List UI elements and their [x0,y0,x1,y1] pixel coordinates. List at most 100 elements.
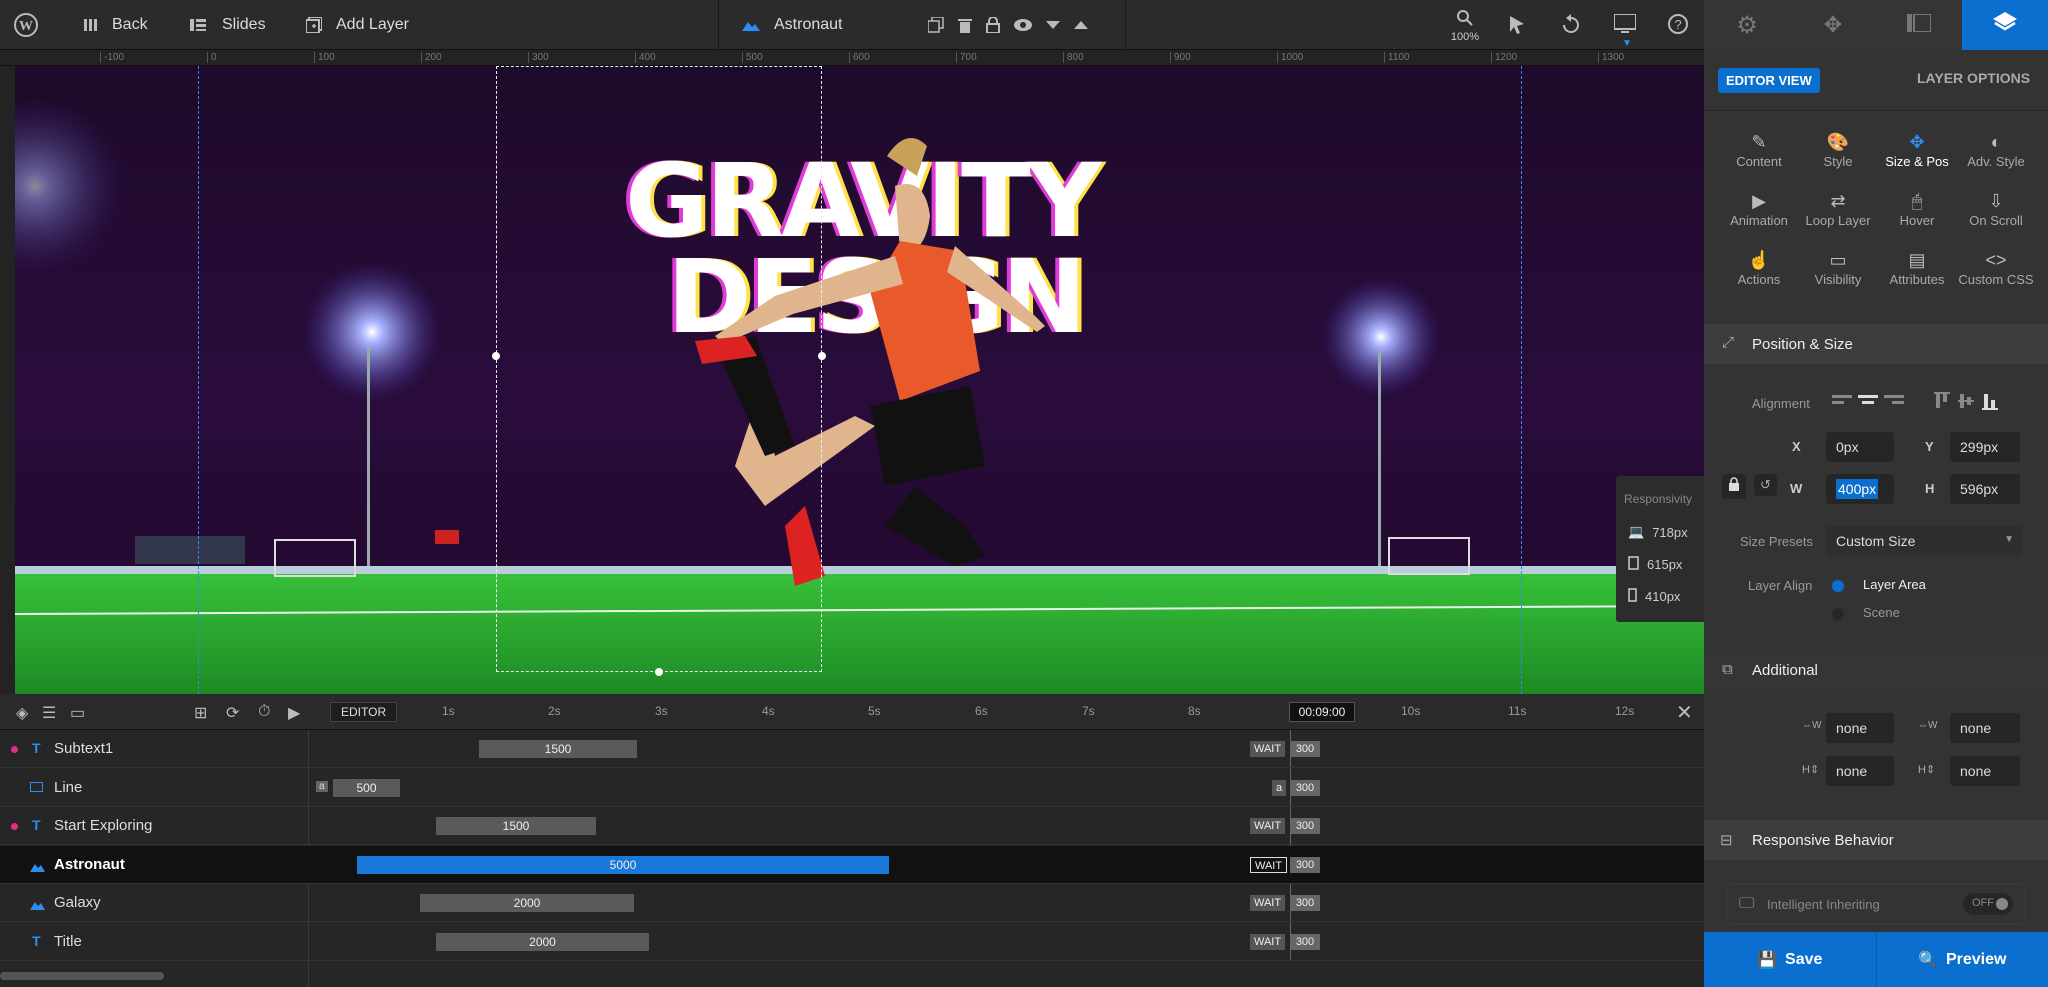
tab-visibility[interactable]: ▭ Visibility [1798,250,1878,287]
timeline-row[interactable]: Galaxy 2000 WAIT 300 [0,884,1704,922]
tab-style[interactable]: 🎨 Style [1798,132,1878,169]
tab-loop-layer[interactable]: ⇄ Loop Layer [1798,191,1878,228]
tab-on-scroll[interactable]: ⇩ On Scroll [1956,191,2036,228]
wait-label[interactable]: WAIT [1250,933,1286,950]
align-top-icon[interactable] [1934,392,1950,415]
timeline-row[interactable]: Astronaut 5000 WAIT 300 [0,845,1704,884]
animation-bar[interactable]: 2000 [436,932,649,951]
animation-bar[interactable]: 2000 [420,894,634,912]
responsivity-tablet[interactable]: 615px [1628,556,1682,573]
wait-label[interactable]: WAIT [1250,895,1286,911]
timeline-row[interactable]: T Subtext1 1500 WAIT 300 [0,730,1704,768]
add-layer-button[interactable]: Add Layer [306,0,409,50]
caret-down-icon[interactable] [1046,21,1060,29]
wordpress-icon[interactable]: W [14,0,38,50]
wait-label[interactable]: WAIT [1250,741,1286,757]
editor-view-button[interactable]: EDITOR VIEW [1718,68,1820,93]
y-field[interactable]: 299px [1950,432,2020,462]
h-field[interactable]: 596px [1950,474,2020,504]
magnet-icon[interactable]: ⟳ [226,703,239,723]
align-right-icon[interactable] [1884,392,1904,413]
pointer-icon[interactable] [1508,16,1526,34]
position-size-section[interactable]: ⤢ Position & Size [1704,324,2048,364]
back-button[interactable]: Back [84,0,148,50]
zoom-control[interactable]: 100% [1448,10,1482,43]
lock-ratio-icon[interactable] [1722,474,1746,499]
x-field[interactable]: 0px [1826,432,1894,462]
selected-layer-bounds[interactable] [496,66,822,672]
align-left-icon[interactable] [1832,392,1852,413]
scene-radio[interactable] [1832,608,1844,620]
animation-bar[interactable]: 5000 [357,855,889,874]
min-width-field[interactable]: none [1826,713,1894,743]
desktop-icon[interactable] [1614,14,1636,34]
slides-button[interactable]: Slides [190,0,266,50]
editor-mode-button[interactable]: EDITOR [330,702,398,722]
end-duration[interactable]: 300 [1290,741,1320,757]
horizontal-scrollbar[interactable] [0,972,164,980]
duplicate-icon[interactable] [928,17,944,33]
close-icon[interactable]: ✕ [1676,700,1693,725]
settings-tab[interactable]: ⚙ [1704,0,1790,50]
animation-bar[interactable]: 500 [333,778,400,797]
min-height-field[interactable]: none [1826,756,1894,786]
resize-handle[interactable] [655,668,663,676]
caret-up-icon[interactable] [1074,21,1088,29]
timeline-row[interactable]: T Title 2000 WAIT 300 [0,923,1704,961]
easing-marker[interactable]: a [1272,779,1287,796]
animation-bar[interactable]: 1500 [436,817,596,835]
tab-content[interactable]: ✎ Content [1719,132,1799,169]
timer-icon[interactable]: ⏱ [258,703,270,721]
undo-icon[interactable] [1562,14,1580,34]
help-icon[interactable]: ? [1668,14,1688,34]
resize-handle[interactable] [492,352,500,360]
tab-adv-style[interactable]: ◐ Adv. Style [1956,132,2036,169]
slide-canvas[interactable]: GRAVITY DESIGN [15,66,1704,694]
end-duration[interactable]: 300 [1290,818,1320,834]
layers-tab[interactable] [1962,0,2048,50]
delete-icon[interactable] [958,17,972,33]
reset-icon[interactable]: ↺ [1754,474,1777,496]
align-bottom-icon[interactable] [1982,392,1998,415]
layer-options-title[interactable]: LAYER OPTIONS [1917,70,2030,86]
timeline-row[interactable]: T Start Exploring 1500 WAIT 300 [0,807,1704,845]
align-middle-icon[interactable] [1958,392,1974,415]
timeline-row[interactable]: Line 500 a a 300 [0,769,1704,807]
save-button[interactable]: 💾 Save [1704,932,1877,987]
responsivity-laptop[interactable]: 💻 718px [1628,524,1688,540]
play-icon[interactable]: ▶ [288,703,300,723]
max-width-field[interactable]: none [1950,713,2020,743]
layer-area-radio[interactable] [1832,580,1844,592]
responsivity-phone[interactable]: 410px [1628,588,1680,605]
align-center-icon[interactable] [1858,392,1878,413]
end-duration[interactable]: 300 [1290,933,1320,950]
list-icon[interactable]: ☰ [42,703,56,723]
layers-toggle-icon[interactable]: ◈ [16,703,28,723]
tab-hover[interactable]: 🖱 Hover [1877,191,1957,228]
current-time[interactable]: 00:09:00 [1289,702,1355,722]
resize-handle[interactable] [818,352,826,360]
lock-icon[interactable] [986,17,1000,33]
additional-section[interactable]: ⧉ Additional [1704,650,2048,690]
preview-button[interactable]: 🔍 Preview [1876,932,2048,987]
end-duration[interactable]: 300 [1290,779,1320,796]
end-duration[interactable]: 300 [1290,895,1320,911]
tab-attributes[interactable]: ▤ Attributes [1877,250,1957,287]
snap-icon[interactable]: ⊞ [194,703,207,723]
max-height-field[interactable]: none [1950,756,2020,786]
w-field[interactable]: 400px [1826,474,1894,504]
intelligent-inheriting-toggle[interactable]: OFF [1963,893,2013,915]
current-layer-name[interactable]: Astronaut [742,0,842,50]
tab-actions[interactable]: ☝ Actions [1719,250,1799,287]
size-presets-select[interactable]: Custom Size ▼ [1826,526,2022,556]
tab-custom-css[interactable]: <> Custom CSS [1956,250,2036,287]
eye-icon[interactable] [1014,19,1032,31]
wait-label[interactable]: WAIT [1250,818,1286,834]
wait-label[interactable]: WAIT [1250,856,1288,873]
navigation-tab[interactable]: ✥ [1790,0,1876,50]
animation-bar[interactable]: 1500 [479,740,637,758]
slide-tab[interactable] [1876,0,1962,50]
responsive-behavior-section[interactable]: ⊟ Responsive Behavior [1704,820,2048,860]
tab-animation[interactable]: ▶ Animation [1719,191,1799,228]
folder-icon[interactable]: ▭ [70,703,85,723]
